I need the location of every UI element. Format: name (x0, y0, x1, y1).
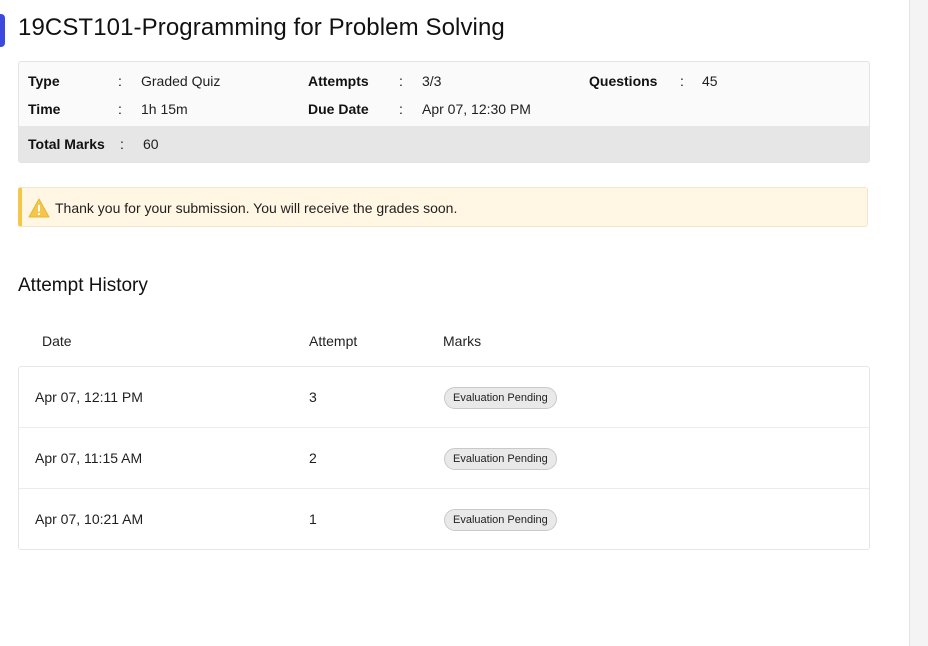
attempt-date: Apr 07, 11:15 AM (35, 450, 143, 466)
attempt-number: 2 (309, 450, 317, 466)
info-row-1: Type : Graded Quiz Attempts : 3/3 Questi… (19, 67, 869, 95)
questions-colon: : (680, 73, 684, 89)
type-label: Type (28, 73, 60, 89)
time-value: 1h 15m (141, 101, 188, 117)
table-row: Apr 07, 11:15 AM 2 Evaluation Pending (19, 428, 869, 489)
status-badge: Evaluation Pending (444, 509, 557, 531)
attempts-colon: : (399, 73, 403, 89)
total-marks-label: Total Marks (28, 136, 105, 152)
column-header-date: Date (42, 333, 72, 349)
attempt-number: 3 (309, 389, 317, 405)
page-scrollbar[interactable] (909, 0, 928, 646)
attempt-history-table: Apr 07, 12:11 PM 3 Evaluation Pending Ap… (18, 366, 870, 550)
due-date-colon: : (399, 101, 403, 117)
attempts-value: 3/3 (422, 73, 442, 89)
time-label: Time (28, 101, 61, 117)
submission-notice: Thank you for your submission. You will … (18, 187, 868, 227)
questions-value: 45 (702, 73, 718, 89)
total-marks-row: Total Marks : 60 (19, 126, 869, 162)
type-colon: : (118, 73, 122, 89)
table-row: Apr 07, 10:21 AM 1 Evaluation Pending (19, 489, 869, 549)
questions-label: Questions (589, 73, 658, 89)
total-marks-value: 60 (143, 136, 159, 152)
attempt-number: 1 (309, 511, 317, 527)
attempt-history-title: Attempt History (18, 275, 148, 296)
warning-icon (28, 198, 50, 218)
notice-message: Thank you for your submission. You will … (55, 200, 458, 216)
status-badge: Evaluation Pending (444, 387, 557, 409)
attempt-date: Apr 07, 10:21 AM (35, 511, 144, 527)
page-title: 19CST101-Programming for Problem Solving (18, 14, 505, 41)
table-row: Apr 07, 12:11 PM 3 Evaluation Pending (19, 367, 869, 428)
column-header-attempt: Attempt (309, 333, 358, 349)
attempts-label: Attempts (308, 73, 369, 89)
title-accent-bar (0, 14, 5, 47)
due-date-label: Due Date (308, 101, 369, 117)
info-row-2: Time : 1h 15m Due Date : Apr 07, 12:30 P… (19, 95, 869, 123)
type-value: Graded Quiz (141, 73, 221, 89)
time-colon: : (118, 101, 122, 117)
attempt-date: Apr 07, 12:11 PM (35, 389, 143, 405)
column-header-marks: Marks (443, 333, 482, 349)
quiz-info-card: Type : Graded Quiz Attempts : 3/3 Questi… (18, 61, 870, 163)
total-marks-colon: : (120, 136, 124, 152)
table-header: Date Attempt Marks (18, 328, 870, 354)
due-date-value: Apr 07, 12:30 PM (422, 101, 531, 117)
status-badge: Evaluation Pending (444, 448, 557, 470)
